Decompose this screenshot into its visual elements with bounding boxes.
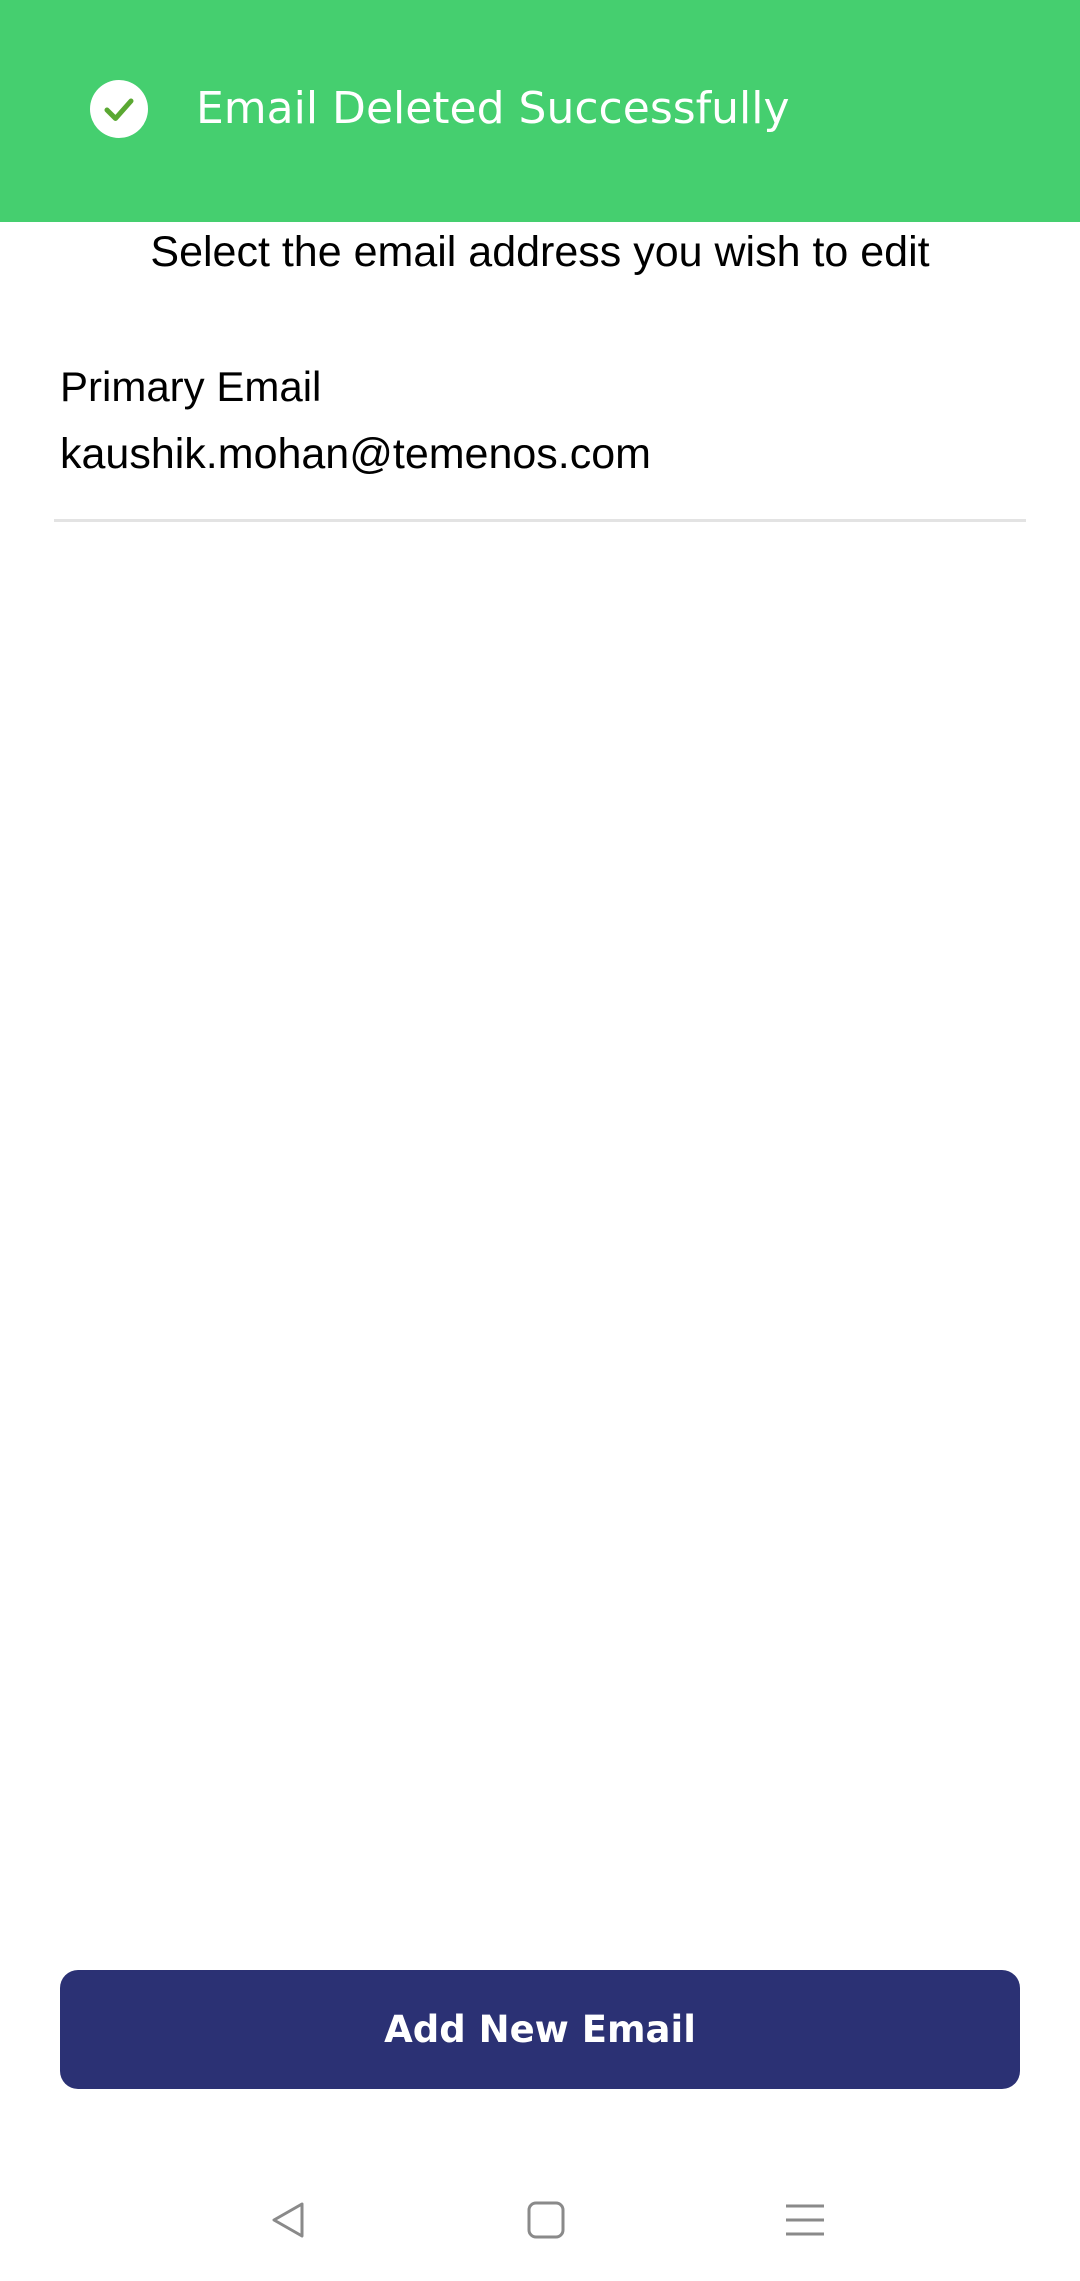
system-nav-bar bbox=[0, 2160, 1080, 2281]
email-address: kaushik.mohan@temenos.com bbox=[60, 430, 651, 478]
email-list-item[interactable]: Primary Email kaushik.mohan@temenos.com bbox=[54, 350, 1026, 522]
email-type-label: Primary Email bbox=[60, 363, 322, 410]
toast-message: Email Deleted Successfully bbox=[196, 83, 790, 134]
screen: Email Deleted Successfully Select the em… bbox=[0, 0, 1080, 2281]
success-toast: Email Deleted Successfully bbox=[0, 0, 1080, 222]
back-triangle-icon[interactable] bbox=[258, 2190, 318, 2250]
check-circle-icon bbox=[90, 80, 148, 138]
page-instruction: Select the email address you wish to edi… bbox=[150, 228, 930, 276]
add-new-email-button[interactable]: Add New Email bbox=[60, 1970, 1020, 2089]
menu-lines-icon[interactable] bbox=[774, 2190, 834, 2250]
home-square-icon[interactable] bbox=[516, 2190, 576, 2250]
